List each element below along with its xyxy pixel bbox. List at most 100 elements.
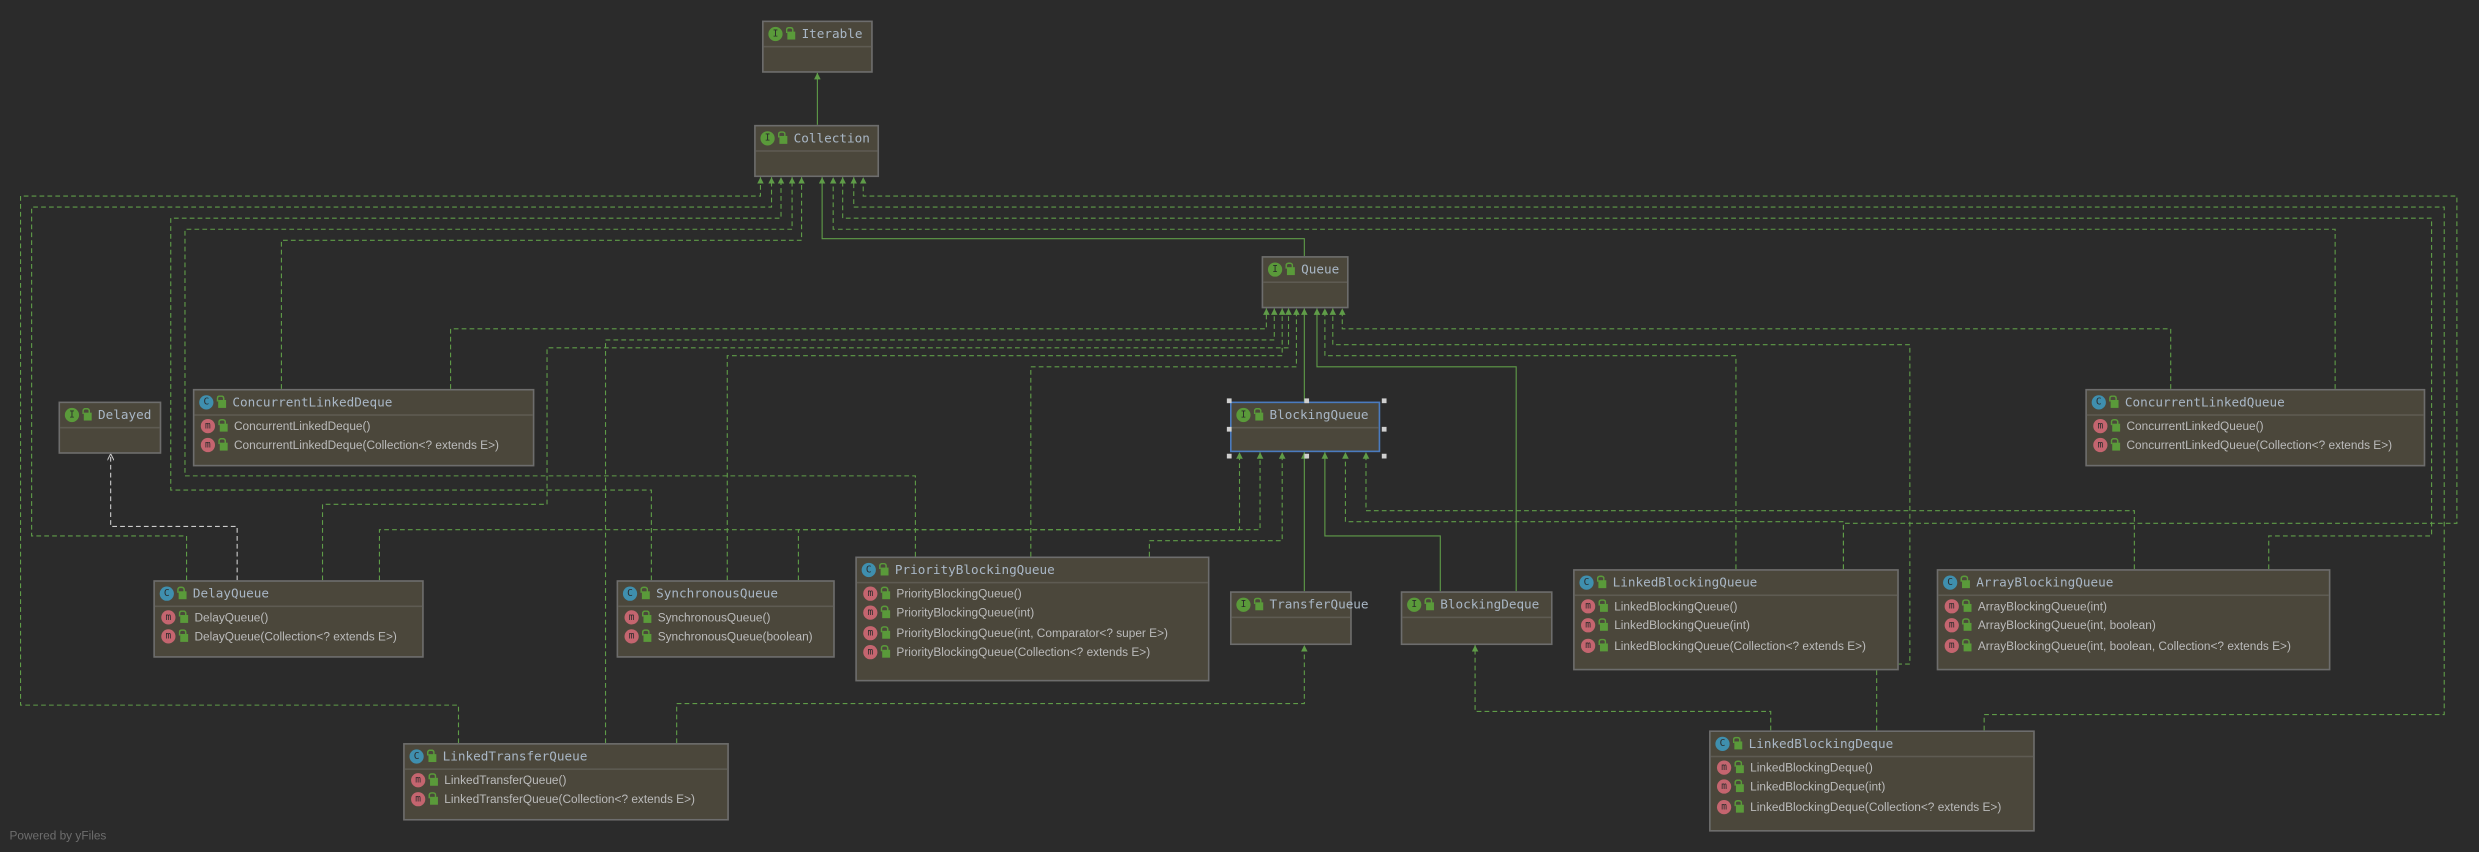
node-concurrent-linked-queue[interactable]: C ConcurrentLinkedQueue m ConcurrentLinkedQ… [2085,388,2426,467]
method-row[interactable]: m LinkedTransferQueue(Collection<? extend… [405,790,728,810]
node-delayed[interactable]: I Delayed [58,401,162,454]
method-signature: DelayQueue(Collection<? extends E>) [194,629,397,644]
node-blocking-deque[interactable]: I BlockingDeque [1400,591,1553,646]
class-icon: C [2091,395,2106,410]
node-queue[interactable]: I Queue [1261,256,1349,309]
node-linked-blocking-queue[interactable]: C LinkedBlockingQueue m LinkedBlockingQueue… [1573,569,1899,671]
method-row[interactable]: m ConcurrentLinkedQueue() [2087,416,2424,436]
method-row[interactable]: m PriorityBlockingQueue(int) [857,603,1208,623]
node-linked-blocking-deque[interactable]: C LinkedBlockingDeque m LinkedBlockingDeque… [1709,730,2035,832]
method-icon: m [1581,598,1596,614]
method-icon: m [624,609,639,625]
edge-linkedblockingqueue-queue [1321,308,1737,570]
public-access-icon [880,586,891,599]
resize-handle[interactable] [1304,453,1310,459]
method-icon: m [1716,779,1732,795]
node-blocking-queue[interactable]: I BlockingQueue [1226,398,1387,459]
method-signature: LinkedTransferQueue() [444,772,567,787]
public-access-icon [880,605,891,619]
method-icon: m [863,586,878,601]
node-array-blocking-queue[interactable]: C ArrayBlockingQueue m ArrayBlockingQueue(i… [1936,569,2331,671]
class-icon: C [199,395,214,410]
public-access-icon [880,645,891,659]
method-row[interactable]: m ArrayBlockingQueue(int, boolean) [1938,616,2329,636]
public-access-icon [1962,598,1972,612]
edge-synchronousqueue-queue [726,308,1286,581]
class-icon: C [409,749,424,764]
public-access-icon [1960,575,1970,589]
method-icon: m [411,792,426,807]
method-row[interactable]: m ConcurrentLinkedQueue(Collection<? exte… [2087,436,2424,456]
method-row[interactable]: m LinkedTransferQueue() [405,770,728,790]
method-row[interactable]: m DelayQueue() [155,607,422,627]
method-row[interactable]: m PriorityBlockingQueue(Collection<? exte… [857,643,1208,663]
node-synchronous-queue[interactable]: C SynchronousQueue m SynchronousQueue() m Syn… [616,580,835,658]
method-signature: PriorityBlockingQueue(int, Comparator<? … [896,625,1168,640]
method-icon: m [161,629,176,644]
method-signature: LinkedBlockingDeque(int) [1750,779,1886,795]
method-row[interactable]: m PriorityBlockingQueue(int, Comparator<?… [857,623,1208,643]
method-row[interactable]: m DelayQueue(Collection<? extends E>) [155,627,422,647]
method-row[interactable]: m LinkedBlockingDeque(int) [1711,777,2034,797]
method-row[interactable]: m SynchronousQueue(boolean) [618,627,833,647]
interface-icon: I [768,26,783,42]
method-row[interactable]: m SynchronousQueue() [618,607,833,627]
resize-handle[interactable] [1304,398,1310,404]
method-row[interactable]: m LinkedBlockingQueue(Collection<? extend… [1575,636,1898,656]
edge-linkedblockingqueue-blockingqueue [1342,452,1844,570]
node-title: ConcurrentLinkedQueue [2124,395,2285,410]
method-row[interactable]: m ConcurrentLinkedDeque(Collection<? exte… [194,436,532,456]
method-row[interactable]: m ArrayBlockingQueue(int, boolean, Collec… [1938,636,2329,656]
public-access-icon [218,438,228,451]
node-header: C ConcurrentLinkedQueue [2086,391,2424,416]
method-signature: ConcurrentLinkedQueue() [2126,418,2264,433]
method-signature: ArrayBlockingQueue(int) [1977,598,2108,614]
uml-diagram-canvas[interactable]: Powered by yFiles I Iterable I Collection I Q… [0,0,2479,852]
method-row[interactable]: m LinkedBlockingQueue(int) [1575,616,1898,636]
public-access-icon [426,749,437,763]
public-access-icon [1962,618,1972,632]
method-row[interactable]: m LinkedBlockingQueue() [1575,596,1898,616]
public-access-icon [216,395,227,408]
node-header: C LinkedTransferQueue [404,745,728,770]
powered-by-footer: Powered by yFiles [9,828,107,843]
method-row[interactable]: m LinkedBlockingDeque(Collection<? extend… [1711,797,2034,817]
node-header: I Delayed [60,403,160,429]
method-icon: m [1581,638,1596,653]
node-priority-blocking-queue[interactable]: C PriorityBlockingQueue m PriorityBlockingQ… [855,556,1210,682]
node-transfer-queue[interactable]: I TransferQueue [1230,591,1369,646]
node-header: C PriorityBlockingQueue [856,558,1208,584]
node-concurrent-linked-deque[interactable]: C ConcurrentLinkedDeque m ConcurrentLinkedD… [192,388,535,467]
public-access-icon [2109,395,2119,408]
resize-handle[interactable] [1226,398,1232,404]
node-collection[interactable]: I Collection [754,124,880,178]
node-header: I Queue [1263,258,1348,283]
public-access-icon [2110,438,2121,451]
edge-concurrentlinkedqueue-collection [829,177,2336,389]
method-signature: ConcurrentLinkedDeque(Collection<? exten… [233,438,499,453]
node-header: C DelayQueue [154,582,423,608]
resize-handle[interactable] [1381,426,1387,431]
method-row[interactable]: m ConcurrentLinkedDeque() [194,416,532,436]
method-signature: LinkedTransferQueue(Collection<? extends… [444,792,695,807]
method-signature: SynchronousQueue() [657,609,771,625]
interface-icon: I [760,131,775,146]
method-row[interactable]: m ArrayBlockingQueue(int) [1938,596,2329,616]
class-icon: C [1579,575,1594,590]
node-title: Delayed [98,407,152,423]
method-row[interactable]: m LinkedBlockingDeque() [1711,757,2034,777]
class-icon: C [159,586,174,601]
resize-handle[interactable] [1226,453,1232,459]
class-icon: C [1715,736,1730,751]
node-title: TransferQueue [1269,597,1369,612]
resize-handle[interactable] [1381,453,1387,459]
resize-handle[interactable] [1381,398,1387,404]
node-header: C ArrayBlockingQueue [1938,571,2329,597]
public-access-icon [82,407,92,421]
public-access-icon [785,26,796,40]
node-delay-queue[interactable]: C DelayQueue m DelayQueue() m DelayQueue(Coll… [153,580,424,658]
node-iterable[interactable]: I Iterable [762,20,873,73]
node-linked-transfer-queue[interactable]: C LinkedTransferQueue m LinkedTransferQueue… [403,743,729,821]
resize-handle[interactable] [1226,426,1232,431]
method-row[interactable]: m PriorityBlockingQueue() [857,583,1208,603]
